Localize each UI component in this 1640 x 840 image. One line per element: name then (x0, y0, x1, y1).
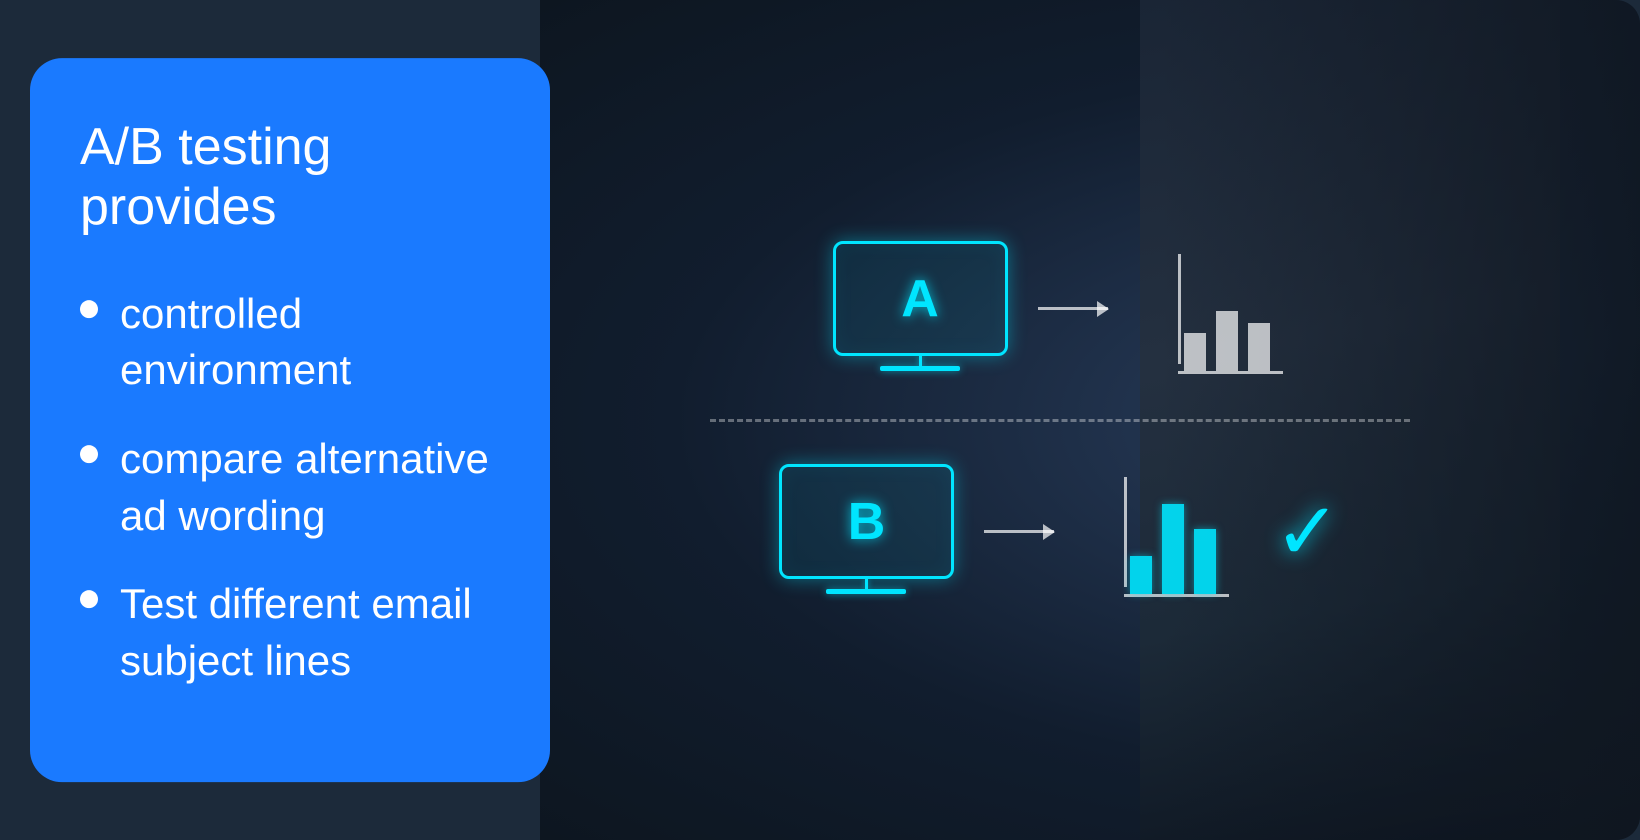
chart-b-x-axis (1124, 594, 1229, 597)
bar-a1 (1184, 333, 1206, 371)
list-item-2: compare alternative ad wording (80, 431, 500, 544)
monitor-b-stand (865, 579, 868, 589)
bar-a2 (1216, 311, 1238, 371)
variant-a-row: A (833, 199, 1288, 419)
arrow-b (984, 530, 1074, 533)
bar-b3 (1194, 529, 1216, 594)
arrow-a (1038, 307, 1128, 310)
monitor-a: A (833, 241, 1008, 376)
bullet-text-1: controlled environment (120, 286, 500, 399)
info-card: A/B testing provides controlled environm… (30, 58, 550, 782)
bullet-text-2: compare alternative ad wording (120, 431, 500, 544)
chart-a-bars (1184, 311, 1270, 371)
winner-checkmark: ✓ (1274, 492, 1341, 572)
bar-b2 (1162, 504, 1184, 594)
page-container: A (0, 0, 1640, 840)
variant-b-row: B (779, 422, 1341, 642)
arrow-b-line (984, 530, 1054, 533)
arrow-a-line (1038, 307, 1108, 310)
chart-b-bars (1130, 504, 1216, 594)
chart-a (1158, 244, 1288, 374)
card-heading: A/B testing provides (80, 118, 500, 238)
bar-a3 (1248, 323, 1270, 371)
chart-b-axes (1104, 477, 1234, 597)
monitor-a-screen: A (833, 241, 1008, 356)
monitor-b-base (826, 589, 906, 594)
ab-diagram: A (700, 140, 1420, 700)
monitor-a-base (880, 366, 960, 371)
chart-a-x-axis (1178, 371, 1283, 374)
bullet-list: controlled environment compare alternati… (80, 286, 500, 722)
chart-a-axes (1158, 254, 1288, 374)
chart-b (1104, 467, 1234, 597)
image-background: A (540, 0, 1640, 840)
bullet-dot-1 (80, 300, 98, 318)
variant-b-label: B (848, 492, 886, 552)
monitor-b-screen: B (779, 464, 954, 579)
bullet-text-3: Test different email subject lines (120, 576, 500, 689)
list-item-3: Test different email subject lines (80, 576, 500, 689)
bar-b1 (1130, 556, 1152, 594)
list-item-1: controlled environment (80, 286, 500, 399)
chart-b-y-axis (1124, 477, 1127, 587)
monitor-b: B (779, 464, 954, 599)
variant-a-label: A (901, 269, 939, 329)
bullet-dot-3 (80, 590, 98, 608)
bullet-dot-2 (80, 445, 98, 463)
chart-a-y-axis (1178, 254, 1181, 364)
right-image-section: A (540, 0, 1640, 840)
monitor-a-stand (919, 356, 922, 366)
